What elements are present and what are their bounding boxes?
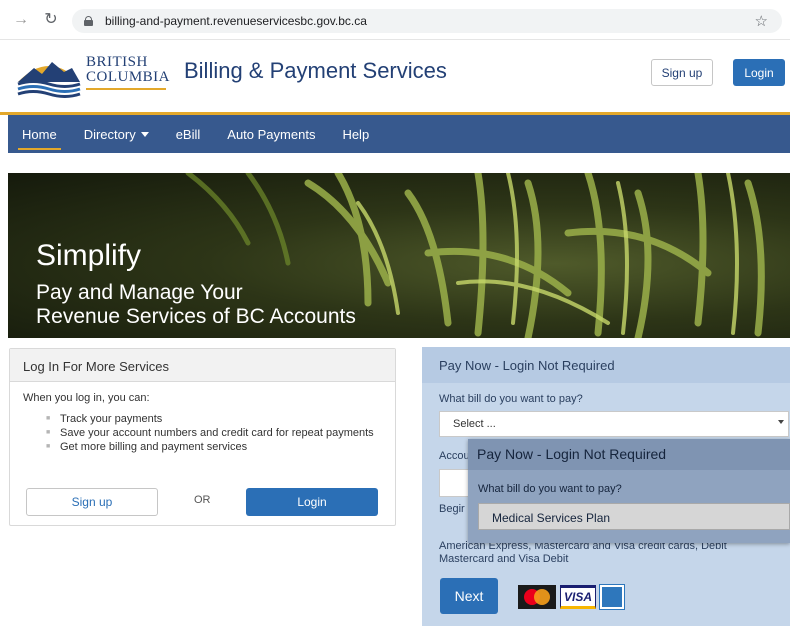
list-item: Track your payments — [46, 412, 395, 426]
bc-sun-mountain-icon — [17, 62, 81, 98]
logo-wordmark: BRITISH COLUMBIA — [86, 55, 170, 85]
bill-type-select-value: Select ... — [453, 418, 496, 430]
benefits-list: Track your payments Save your account nu… — [46, 412, 395, 454]
visa-icon: VISA — [560, 585, 596, 609]
list-item: Save your account numbers and credit car… — [46, 426, 395, 440]
bill-select-popup: Pay Now - Login Not Required What bill d… — [468, 439, 790, 543]
chevron-down-icon — [140, 131, 149, 137]
nav-home[interactable]: Home — [18, 115, 61, 153]
login-panel-heading: Log In For More Services — [10, 349, 395, 382]
hero-subtitle-line1: Pay and Manage Your — [36, 281, 243, 304]
popup-bill-select[interactable]: Medical Services Plan — [478, 503, 790, 530]
bill-question-label: What bill do you want to pay? — [439, 393, 583, 405]
account-number-label: Accou — [439, 450, 470, 462]
header-signup-button[interactable]: Sign up — [651, 59, 713, 86]
dropdown-arrow-icon — [778, 420, 784, 424]
login-button[interactable]: Login — [246, 488, 378, 516]
browser-toolbar: → ↻ billing-and-payment.revenueservicesb… — [0, 0, 790, 40]
nav-auto-payments-label: Auto Payments — [227, 126, 316, 142]
mastercard-icon — [518, 585, 556, 609]
signup-button[interactable]: Sign up — [26, 488, 158, 516]
login-panel: Log In For More Services When you log in… — [9, 348, 396, 526]
or-separator: OR — [194, 494, 211, 506]
address-bar[interactable]: billing-and-payment.revenueservicesbc.go… — [72, 9, 782, 33]
popup-heading: Pay Now - Login Not Required — [468, 439, 790, 470]
reload-icon[interactable]: ↻ — [42, 11, 60, 29]
site-title: Billing & Payment Services — [184, 58, 447, 83]
nav-help[interactable]: Help — [342, 115, 369, 153]
forward-arrow-icon[interactable]: → — [12, 11, 30, 29]
list-item: Get more billing and payment services — [46, 440, 395, 454]
amex-icon — [599, 584, 625, 610]
hero-subtitle: Pay and Manage Your Revenue Services of … — [36, 281, 356, 329]
bill-type-select[interactable]: Select ... — [439, 411, 789, 437]
pay-now-heading: Pay Now - Login Not Required — [422, 347, 790, 383]
popup-question-label: What bill do you want to pay? — [478, 483, 622, 495]
nav-ebill[interactable]: eBill — [176, 115, 201, 153]
lock-icon — [84, 16, 93, 26]
card-logos: VISA — [518, 584, 625, 610]
star-icon[interactable]: ☆ — [755, 12, 768, 30]
logo-underline — [86, 88, 166, 90]
site-header: BRITISH COLUMBIA Billing & Payment Servi… — [0, 40, 790, 112]
hero-banner: Simplify Pay and Manage Your Revenue Ser… — [8, 173, 790, 338]
bc-logo[interactable]: BRITISH COLUMBIA — [16, 54, 170, 98]
main-nav: Home Directory eBill Auto Payments Help — [8, 115, 790, 153]
account-hint-text: Begir — [439, 503, 465, 515]
nav-directory-label: Directory — [83, 126, 136, 142]
logo-line-british: BRITISH — [86, 54, 148, 70]
login-panel-intro: When you log in, you can: — [23, 392, 150, 404]
nav-ebill-label: eBill — [175, 126, 201, 142]
header-login-button[interactable]: Login — [733, 59, 785, 86]
nav-directory[interactable]: Directory — [84, 115, 149, 153]
hero-title: Simplify — [36, 239, 142, 272]
logo-line-columbia: COLUMBIA — [86, 69, 171, 85]
nav-home-label: Home — [22, 126, 57, 142]
next-button[interactable]: Next — [440, 578, 498, 614]
url-text: billing-and-payment.revenueservicesbc.go… — [105, 14, 367, 28]
accepted-cards-text: American Express, Mastercard and Visa cr… — [439, 540, 727, 565]
hero-subtitle-line2: Revenue Services of BC Accounts — [36, 305, 356, 328]
nav-help-label: Help — [342, 126, 370, 142]
nav-auto-payments[interactable]: Auto Payments — [227, 115, 315, 153]
